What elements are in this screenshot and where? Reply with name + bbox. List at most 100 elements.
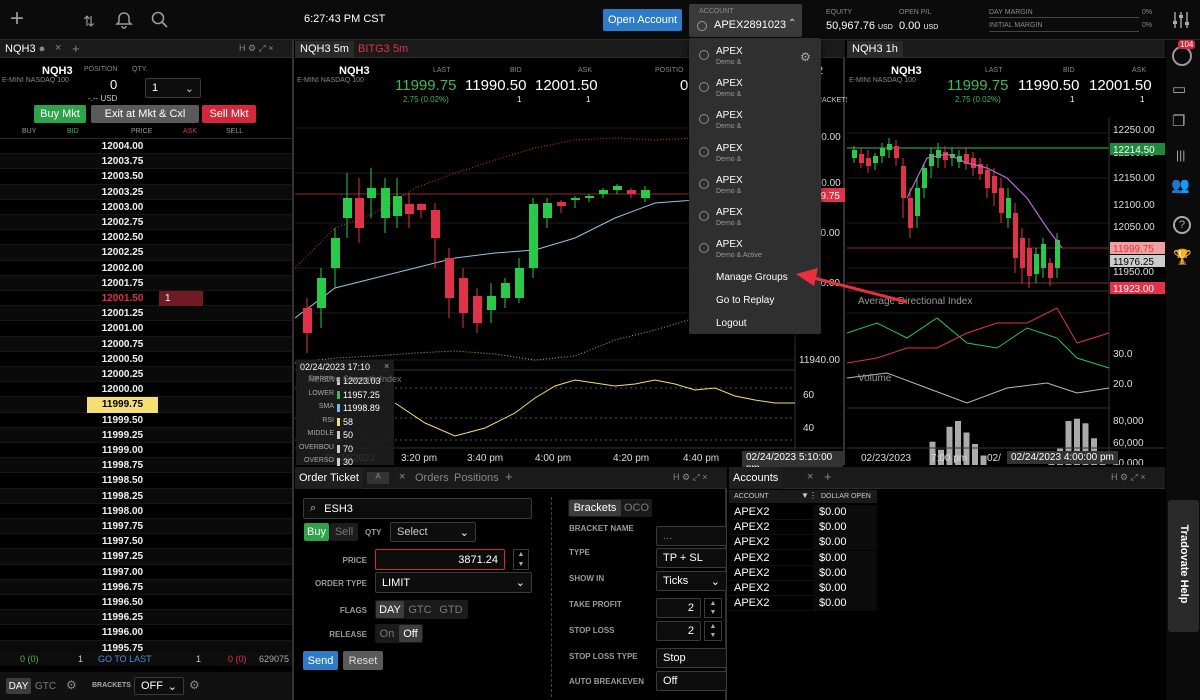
panel-tools-icon[interactable]: H ⚙ ⤢ × [673, 472, 708, 483]
close-icon[interactable]: × [384, 361, 389, 371]
search-icon[interactable] [150, 10, 170, 30]
add-tab-icon[interactable]: + [72, 41, 80, 56]
dom-qty-input[interactable]: 1 ⌄ [145, 78, 201, 98]
sell-toggle[interactable]: Sell [330, 523, 358, 541]
bell-icon[interactable] [114, 10, 134, 30]
account-row[interactable]: APEX2 $0.00 [729, 505, 877, 520]
buy-toggle[interactable]: Buy [304, 523, 329, 541]
tab-oco[interactable]: OCO [623, 500, 650, 516]
stop-loss-type-select[interactable]: Stop [656, 648, 727, 668]
column-menu-icon[interactable]: ⋮ [809, 491, 817, 500]
sell-mkt-button[interactable]: Sell Mkt [202, 105, 256, 123]
release-off[interactable]: Off [399, 625, 422, 642]
take-profit-input[interactable]: 2 [656, 598, 701, 618]
flag-gtd[interactable]: GTD [437, 601, 465, 618]
account-menu-item[interactable]: APEX Demo & [689, 139, 821, 169]
account-toggle[interactable]: A [367, 472, 389, 484]
add-icon[interactable]: + [6, 5, 28, 32]
order-type-select[interactable]: LIMIT ⌄ [375, 572, 532, 593]
flag-gtc[interactable]: GTC [406, 601, 434, 618]
logout-item[interactable]: Logout [689, 313, 821, 335]
tab-bitg3-5m[interactable]: BITG3 5m [353, 41, 413, 57]
account-row[interactable]: APEX2 $0.00 [729, 596, 877, 612]
tab-accounts[interactable]: Accounts [729, 467, 783, 489]
tradovate-help-button[interactable]: Tradovate Help [1168, 500, 1199, 632]
flag-day[interactable]: DAY [376, 601, 404, 618]
gear-icon[interactable]: ⚙ [189, 678, 200, 692]
chat-bubbles-icon[interactable]: ❐ [1172, 112, 1185, 130]
candle-body [317, 278, 326, 308]
bracket-name-input[interactable]: ... [656, 526, 727, 546]
account-name-cell: APEX2 [734, 566, 770, 579]
account-row[interactable]: APEX2 $0.00 [729, 535, 877, 551]
auto-breakeven-select[interactable]: Off [656, 671, 727, 691]
symbol-search-input[interactable]: ⌕ ESH3 [303, 498, 532, 519]
chat-icon[interactable]: ▭ [1172, 80, 1186, 98]
account-menu-item[interactable]: APEX Demo & [689, 171, 821, 201]
go-to-last-link[interactable]: GO TO LAST [98, 654, 152, 664]
gear-icon[interactable]: ⚙ [66, 678, 77, 692]
close-icon[interactable]: × [807, 471, 813, 483]
tab-nqh3-1h[interactable]: NQH3 1h [847, 41, 903, 57]
account-row[interactable]: APEX2 $0.00 [729, 550, 877, 566]
qty-select[interactable]: Select ⌄ [390, 522, 476, 542]
take-profit-stepper[interactable]: ▲ ▼ [704, 598, 722, 618]
tab-nqh3-5m[interactable]: NQH3 5m [295, 41, 354, 57]
tab-brackets[interactable]: Brackets [569, 500, 621, 516]
account-row[interactable]: APEX2 $0.00 [729, 565, 877, 581]
account-menu-name: APEX [716, 142, 743, 154]
candle-body [459, 278, 468, 313]
price-cell: 11998.50 [101, 475, 144, 487]
account-menu-item[interactable]: APEX Demo & [689, 106, 821, 136]
account-row[interactable]: APEX2 $0.00 [729, 520, 877, 536]
users-icon[interactable]: 👥 [1171, 176, 1190, 194]
account-menu-item[interactable]: APEX Demo & [689, 203, 821, 233]
candle-body [487, 296, 496, 310]
account-menu-item[interactable]: APEX Demo & [689, 42, 821, 72]
qty-label: QTY [365, 528, 382, 537]
brackets-select[interactable]: OFF ⌄ [134, 677, 184, 695]
price-cell: 11997.25 [101, 551, 144, 563]
chart1h-header: NQH3 1h [847, 40, 1165, 58]
close-icon[interactable]: × [55, 42, 61, 54]
stop-loss-stepper[interactable]: ▲ ▼ [704, 621, 722, 641]
last-label: LAST [433, 67, 451, 74]
add-tab-icon[interactable]: + [824, 469, 832, 484]
close-icon[interactable]: × [399, 471, 405, 483]
reset-button[interactable]: Reset [343, 651, 383, 670]
sliders-icon[interactable] [1170, 10, 1192, 30]
sort-icon[interactable]: ▼ [801, 491, 809, 500]
release-on[interactable]: On [376, 625, 398, 642]
send-button[interactable]: Send [303, 651, 338, 670]
price-stepper[interactable]: ▲ ▼ [513, 549, 529, 570]
day-toggle[interactable]: DAY [6, 678, 31, 694]
tab-positions[interactable]: Positions [449, 467, 504, 489]
buy-mkt-button[interactable]: Buy Mkt [34, 105, 86, 123]
brackets-label: BRACKETS [92, 682, 131, 689]
panel-tools-icon[interactable]: H ⚙ ⤢ × [239, 43, 274, 54]
stop-loss-input[interactable]: 2 [656, 621, 701, 641]
bars-icon[interactable]: ||| [1176, 148, 1185, 162]
tab-orders[interactable]: Orders [410, 467, 454, 489]
open-account-button[interactable]: Open Account [603, 9, 682, 31]
price-input[interactable]: 3871.24 [375, 549, 505, 570]
trophy-icon[interactable]: 🏆 [1173, 248, 1192, 266]
account-row[interactable]: APEX2 $0.00 [729, 581, 877, 596]
show-in-select[interactable]: Ticks ⌄ [656, 571, 727, 591]
account-name-cell: APEX2 [734, 551, 770, 564]
clock-icon[interactable] [1172, 46, 1192, 66]
add-tab-icon[interactable]: + [505, 469, 513, 484]
accounts-col-headers: ACCOUNT ▼ ⋮ DOLLAR OPEN [729, 490, 877, 503]
type-select[interactable]: TP + SL [656, 548, 727, 568]
account-selector[interactable]: ACCOUNT APEX2891023 ⌃ [689, 4, 802, 37]
help-icon[interactable]: ? [1173, 216, 1191, 234]
exit-mkt-button[interactable]: Exit at Mkt & Cxl [91, 105, 199, 123]
release-group: On Off [375, 624, 423, 643]
panel-tools-icon[interactable]: H ⚙ ⤢ × [1111, 472, 1146, 483]
gtc-toggle[interactable]: GTC [33, 678, 58, 694]
account-menu-item[interactable]: APEX Demo & [689, 74, 821, 104]
rsi-tick-label: 60 [803, 390, 815, 401]
tab-dom-nqh3[interactable]: NQH3 ● [0, 41, 50, 57]
sort-arrows-icon[interactable]: ⇅ [78, 10, 100, 32]
tab-order-ticket[interactable]: Order Ticket [295, 467, 363, 489]
